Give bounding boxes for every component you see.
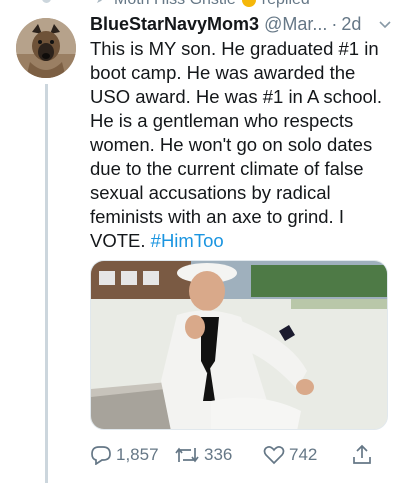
separator: · [331,13,338,34]
tweet-header: BlueStarNavyMom3 @Mar... · 2d [90,12,394,36]
reply-icon [90,445,112,465]
tweet-text: This is MY son. He graduated #1 in boot … [90,37,394,253]
tweet-photo[interactable] [90,260,388,430]
thread-dot [42,0,51,3]
avatar[interactable] [16,18,76,78]
display-name[interactable]: BlueStarNavyMom3 [90,14,259,35]
tweet-actions: 1,857 336 742 [90,444,380,466]
reply-context-name[interactable]: Moth Hiss Gristle [114,0,236,9]
share-button[interactable] [351,444,373,466]
hashtag-link[interactable]: #HimToo [151,230,224,251]
timestamp[interactable]: 2d [341,14,361,35]
emoji-icon [241,0,256,7]
pencil-icon [96,0,108,9]
share-icon [351,444,373,466]
reply-button[interactable]: 1,857 [90,445,168,465]
reply-context: Moth Hiss Gristle replied [96,0,310,9]
like-button[interactable]: 742 [263,445,341,465]
tweet-body: This is MY son. He graduated #1 in boot … [90,38,383,251]
chevron-down-icon[interactable] [378,16,394,32]
retweet-icon [174,446,200,464]
user-handle[interactable]: @Mar... [264,14,327,35]
reply-count: 1,857 [116,445,159,464]
retweet-count: 336 [204,445,233,464]
retweet-button[interactable]: 336 [174,445,258,465]
like-count: 742 [289,445,318,464]
reply-context-suffix: replied [262,0,310,9]
heart-icon [263,445,285,465]
thread-line [45,84,48,483]
